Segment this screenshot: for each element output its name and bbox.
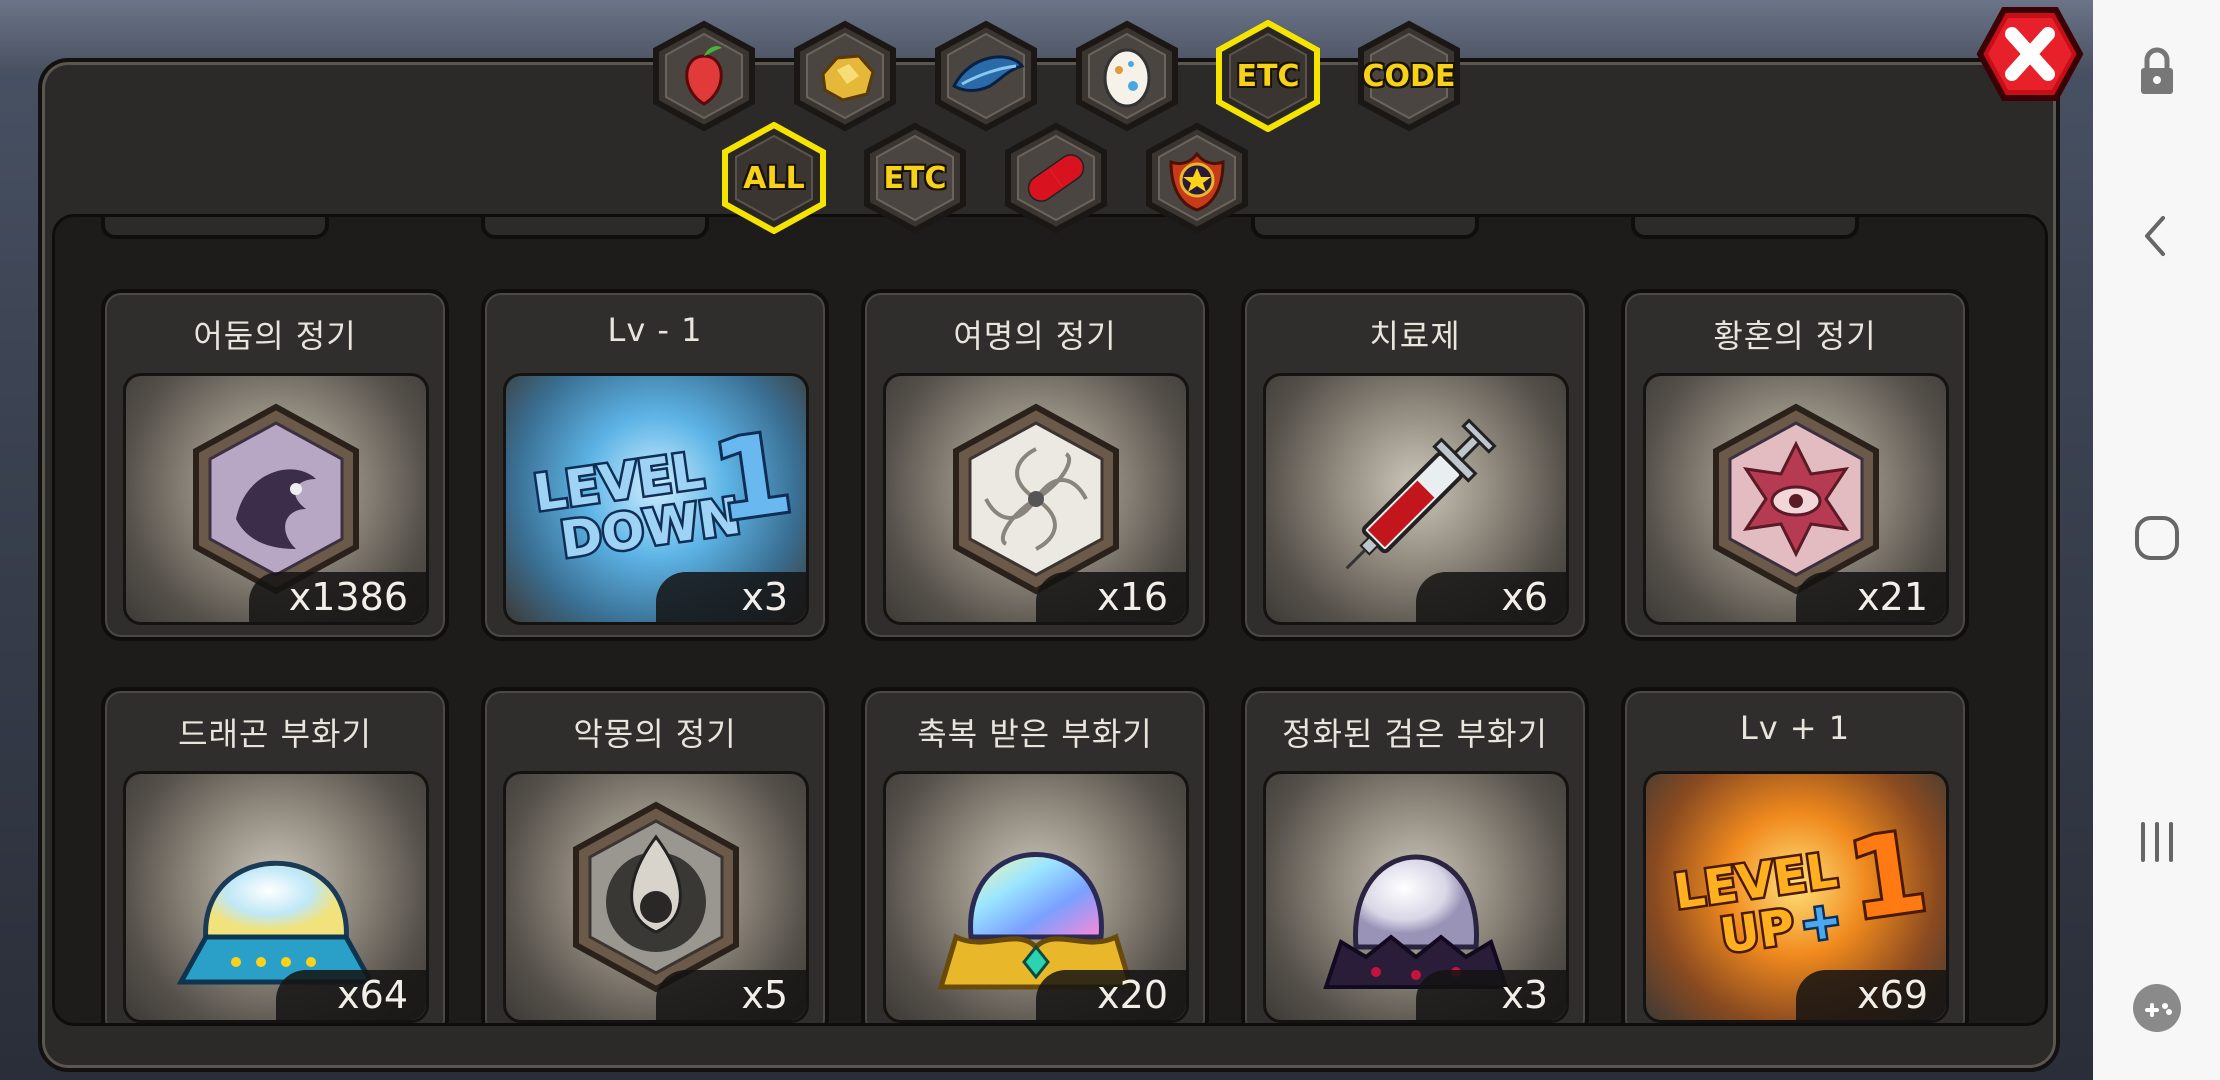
item-title: 정화된 검은 부화기 — [1282, 715, 1548, 753]
item-card[interactable]: 치료제 x6 — [1241, 289, 1589, 641]
close-button[interactable] — [1976, 6, 2084, 102]
item-count: x21 — [1796, 572, 1946, 622]
item-card[interactable]: 여명의 정기 x16 — [861, 289, 1209, 641]
level-up-icon: LEVEL UP + 1 — [1668, 804, 1936, 967]
item-count: x5 — [656, 970, 806, 1020]
item-slot: x64 — [123, 771, 429, 1023]
recents-icon[interactable] — [2129, 814, 2185, 870]
tab-feather[interactable] — [930, 20, 1042, 132]
syringe-icon — [1345, 418, 1497, 570]
level-up-number: 1 — [1840, 807, 1934, 944]
level-up-plus: + — [1796, 890, 1846, 953]
tab-etc[interactable]: ETC — [1212, 20, 1324, 132]
level-up-text: UP — [1717, 899, 1798, 965]
level-down-icon: LEVEL DOWN 1 — [528, 406, 796, 572]
partial-card — [1631, 217, 1859, 239]
tab-code[interactable]: CODE — [1353, 20, 1465, 132]
twilight-essence-icon — [1713, 403, 1879, 595]
subtab-badge[interactable] — [1141, 122, 1253, 234]
item-count: x69 — [1796, 970, 1946, 1020]
item-card[interactable]: 드래곤 부화기 x64 — [101, 687, 449, 1023]
item-slot: x16 — [883, 373, 1189, 625]
game-tools-icon[interactable] — [2129, 980, 2185, 1036]
item-title: 축복 받은 부화기 — [917, 715, 1153, 753]
item-slot: x3 — [1263, 771, 1569, 1023]
item-slot: x5 — [503, 771, 809, 1023]
item-card[interactable]: Lv + 1 LEVEL UP + 1 x69 — [1621, 687, 1969, 1023]
item-slot: x20 — [883, 771, 1189, 1023]
item-title: 여명의 정기 — [953, 317, 1117, 355]
item-title: Lv - 1 — [607, 311, 703, 349]
item-grid[interactable]: 어둠의 정기 x1386 Lv - 1 LEVEL DOWN 1 x3 여명의 … — [52, 214, 2048, 1026]
item-count: x20 — [1036, 970, 1186, 1020]
item-slot: LEVEL DOWN 1 x3 — [503, 373, 809, 625]
item-title: Lv + 1 — [1739, 709, 1851, 747]
tab-ore[interactable] — [789, 20, 901, 132]
item-title: 황혼의 정기 — [1713, 317, 1877, 355]
item-count: x1386 — [248, 572, 426, 622]
nightmare-essence-icon — [573, 801, 739, 993]
tab-fruit[interactable] — [648, 20, 760, 132]
item-title: 어둠의 정기 — [193, 317, 357, 355]
item-card[interactable]: 축복 받은 부화기 x20 — [861, 687, 1209, 1023]
item-slot: x21 — [1643, 373, 1949, 625]
item-title: 악몽의 정기 — [573, 715, 737, 753]
item-count: x3 — [656, 572, 806, 622]
tab-label: ETC — [883, 160, 947, 196]
item-card[interactable]: 악몽의 정기 x5 — [481, 687, 829, 1023]
item-card[interactable]: 정화된 검은 부화기 x3 — [1241, 687, 1589, 1023]
tab-label: ALL — [743, 160, 805, 196]
item-title: 치료제 — [1369, 317, 1461, 355]
tab-label: CODE — [1362, 58, 1456, 94]
system-navigation-bar — [2093, 0, 2220, 1080]
partial-card — [481, 217, 709, 239]
tab-label: ETC — [1236, 58, 1300, 94]
partial-card — [1251, 217, 1479, 239]
close-icon — [1976, 7, 2084, 101]
item-card[interactable]: 어둠의 정기 x1386 — [101, 289, 449, 641]
subtab-pill[interactable] — [1000, 122, 1112, 234]
egg-icon — [1103, 48, 1151, 108]
subtab-all[interactable]: ALL — [718, 122, 830, 234]
back-icon[interactable] — [2129, 208, 2185, 264]
item-card[interactable]: 황혼의 정기 x21 — [1621, 289, 1969, 641]
item-count: x6 — [1416, 572, 1566, 622]
dawn-essence-icon — [953, 403, 1119, 595]
lock-icon[interactable] — [2129, 44, 2185, 100]
item-title: 드래곤 부화기 — [178, 715, 372, 753]
item-count: x64 — [276, 970, 426, 1020]
home-icon[interactable] — [2129, 510, 2185, 566]
blessed-incubator-icon — [937, 852, 1135, 990]
tab-egg[interactable] — [1071, 20, 1183, 132]
item-slot: x6 — [1263, 373, 1569, 625]
item-count: x16 — [1036, 572, 1186, 622]
item-slot: LEVEL UP + 1 x69 — [1643, 771, 1949, 1023]
dragon-incubator-icon — [176, 860, 376, 985]
dark-essence-icon — [193, 403, 359, 595]
item-count: x3 — [1416, 970, 1566, 1020]
subtab-etc[interactable]: ETC — [859, 122, 971, 234]
purified-black-incubator-icon — [1323, 854, 1509, 989]
item-card[interactable]: Lv - 1 LEVEL DOWN 1 x3 — [481, 289, 829, 641]
partial-card — [101, 217, 329, 239]
item-slot: x1386 — [123, 373, 429, 625]
